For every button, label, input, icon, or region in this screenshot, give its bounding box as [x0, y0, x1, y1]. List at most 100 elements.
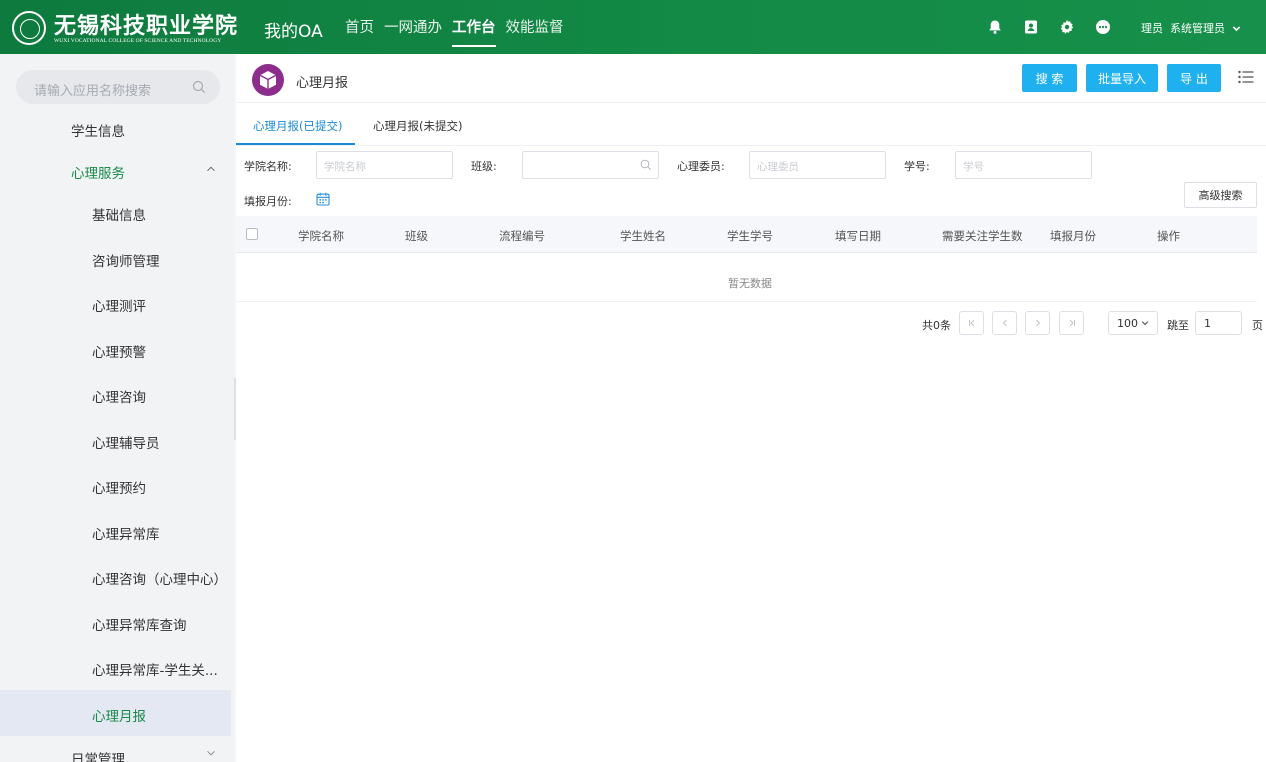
nav-home[interactable]: 首页: [345, 16, 374, 47]
sidebar-item-label: 学生信息: [71, 124, 125, 140]
col-actions: 操作: [1157, 229, 1180, 243]
oa-title[interactable]: 我的OA: [264, 17, 323, 42]
sidebar-item-label: 心理咨询: [92, 390, 146, 406]
sidebar-item-label: 心理月报: [92, 709, 146, 725]
empty-text: 暂无数据: [728, 277, 772, 290]
prev-page-button[interactable]: [992, 311, 1017, 335]
header-icons: [986, 18, 1112, 36]
committee-input[interactable]: 心理委员: [749, 151, 886, 179]
month-label: 填报月份:: [244, 195, 292, 208]
app-cube-icon: [252, 64, 284, 96]
sidebar-item-label: 心理预警: [92, 345, 146, 361]
student-no-placeholder: 学号: [963, 161, 984, 173]
nav-one-stop[interactable]: 一网通办: [384, 16, 442, 47]
sidebar-item-label: 日常管理: [71, 752, 125, 762]
sidebar-item-psych-warning[interactable]: 心理预警: [0, 328, 234, 372]
tab-submitted[interactable]: 心理月报(已提交): [253, 118, 342, 134]
page-size-value: 100: [1117, 316, 1138, 330]
col-student-no: 学生学号: [727, 229, 773, 243]
top-navbar: 无锡科技职业学院 WUXI VOCATIONAL COLLEGE OF SCIE…: [0, 0, 1266, 54]
contacts-icon[interactable]: [1022, 18, 1040, 36]
nav-supervision[interactable]: 效能监督: [506, 16, 564, 47]
school-name-cn: 无锡科技职业学院: [54, 13, 239, 39]
chevron-down-icon: [1141, 321, 1149, 326]
page-size-select[interactable]: 100: [1108, 311, 1158, 335]
student-no-label: 学号:: [904, 160, 930, 173]
search-button[interactable]: 搜 索: [1022, 64, 1077, 92]
sidebar-item-label: 心理异常库: [92, 527, 160, 543]
sidebar-item-label: 心理测评: [92, 299, 146, 315]
col-student-name: 学生姓名: [620, 229, 666, 243]
sidebar-item-abnormal-lib[interactable]: 心理异常库: [0, 510, 234, 554]
user-role: 理员: [1141, 22, 1163, 35]
sidebar-item-label: 心理咨询（心理中心）: [92, 572, 227, 588]
tab-active-indicator: [236, 143, 355, 145]
search-placeholder: 请输入应用名称搜索: [34, 84, 152, 99]
calendar-icon[interactable]: [316, 192, 330, 206]
first-page-button[interactable]: [959, 311, 984, 335]
sidebar-item-consult-center[interactable]: 心理咨询（心理中心）: [0, 555, 234, 599]
chevron-left-icon: [1002, 319, 1007, 327]
user-name: 系统管理员: [1170, 22, 1225, 35]
last-page-button[interactable]: [1059, 311, 1084, 335]
first-page-icon: [968, 319, 974, 327]
app-search-input[interactable]: 请输入应用名称搜索: [16, 70, 220, 104]
sidebar-item-monthly-report[interactable]: 心理月报: [0, 690, 231, 736]
sidebar-item-daily-mgmt[interactable]: 日常管理: [0, 736, 234, 762]
sidebar-item-abnormal-student[interactable]: 心理异常库-学生关...: [0, 646, 234, 690]
sidebar-item-student-info[interactable]: 学生信息: [0, 107, 234, 151]
advanced-search-button[interactable]: 高级搜索: [1184, 182, 1257, 208]
college-placeholder: 学院名称: [324, 161, 366, 173]
total-count: 共0条: [922, 319, 951, 332]
sidebar-item-psych-booking[interactable]: 心理预约: [0, 464, 234, 508]
batch-import-button[interactable]: 批量导入: [1086, 64, 1158, 92]
nav-workbench[interactable]: 工作台: [452, 16, 496, 47]
sidebar-item-label: 心理辅导员: [92, 436, 160, 452]
sidebar-item-psych-service[interactable]: 心理服务: [0, 149, 234, 193]
col-class: 班级: [405, 229, 428, 243]
chevron-right-icon: [1035, 319, 1040, 327]
tab-unsubmitted[interactable]: 心理月报(未提交): [373, 118, 462, 134]
sidebar-item-label: 心理服务: [71, 166, 125, 182]
school-logo[interactable]: 无锡科技职业学院 WUXI VOCATIONAL COLLEGE OF SCIE…: [12, 8, 252, 48]
bell-icon[interactable]: [986, 18, 1004, 36]
school-seal-icon: [12, 11, 46, 45]
table-empty-row: 暂无数据: [236, 254, 1257, 302]
college-input[interactable]: 学院名称: [316, 151, 453, 179]
col-report-month: 填报月份: [1050, 229, 1096, 243]
sidebar-item-psych-consult[interactable]: 心理咨询: [0, 373, 234, 417]
col-fill-date: 填写日期: [835, 229, 881, 243]
chevron-down-icon: [1232, 25, 1241, 31]
page-title: 心理月报: [296, 76, 349, 91]
select-all-checkbox[interactable]: [246, 228, 258, 240]
more-dots-icon[interactable]: [1094, 18, 1112, 36]
sidebar-item-psych-tutor[interactable]: 心理辅导员: [0, 419, 234, 463]
sidebar: 请输入应用名称搜索 学生信息 心理服务 基础信息 咨询师管理 心理测评 心理预警…: [0, 54, 234, 762]
class-select[interactable]: [522, 151, 659, 179]
col-attention-count: 需要关注学生数: [942, 229, 1023, 243]
search-icon[interactable]: [192, 80, 206, 94]
main-content: 心理月报 搜 索 批量导入 导 出 心理月报(已提交) 心理月报(未提交) 学院…: [236, 54, 1266, 762]
class-label: 班级:: [471, 160, 497, 173]
goto-page-input[interactable]: 1: [1195, 311, 1242, 335]
col-college: 学院名称: [298, 229, 344, 243]
export-button[interactable]: 导 出: [1167, 64, 1221, 92]
search-icon[interactable]: [640, 159, 652, 171]
sidebar-item-basic-info[interactable]: 基础信息: [0, 191, 234, 235]
pagination: 共0条 100 跳至 1 页: [922, 310, 1266, 336]
list-menu-icon[interactable]: [1238, 70, 1254, 84]
next-page-button[interactable]: [1025, 311, 1050, 335]
school-name-en: WUXI VOCATIONAL COLLEGE OF SCIENCE AND T…: [54, 38, 222, 44]
settings-gear-icon[interactable]: [1058, 18, 1076, 36]
sidebar-item-label: 咨询师管理: [92, 254, 160, 270]
committee-placeholder: 心理委员: [757, 161, 799, 173]
user-menu[interactable]: 理员 系统管理员: [1141, 20, 1241, 36]
sidebar-item-label: 心理预约: [92, 481, 146, 497]
chevron-down-icon: [207, 750, 215, 756]
sidebar-item-abnormal-query[interactable]: 心理异常库查询: [0, 601, 234, 645]
student-no-input[interactable]: 学号: [955, 151, 1092, 179]
sidebar-item-counselor-mgmt[interactable]: 咨询师管理: [0, 237, 234, 281]
page-header: 心理月报 搜 索 批量导入 导 出: [236, 54, 1266, 103]
sidebar-item-psych-test[interactable]: 心理测评: [0, 282, 234, 326]
goto-label: 跳至: [1167, 319, 1189, 332]
